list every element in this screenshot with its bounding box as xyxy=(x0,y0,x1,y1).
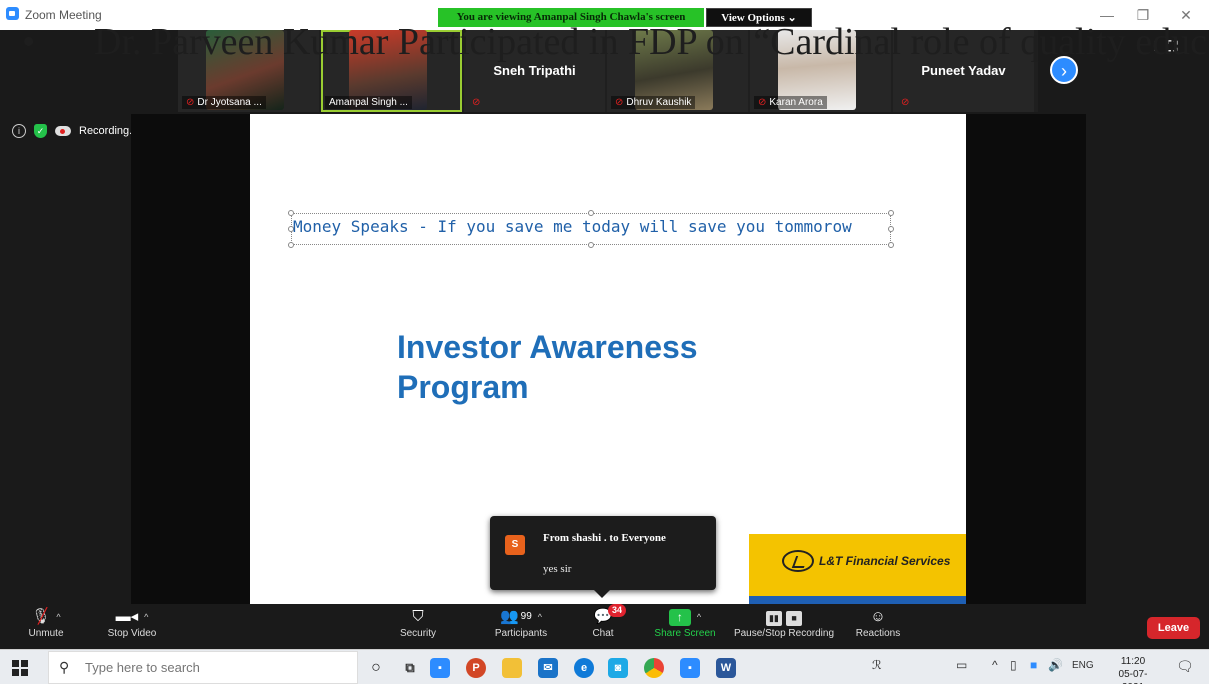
mail-icon[interactable]: ✉ xyxy=(538,658,558,678)
participant-name: Puneet Yadav xyxy=(921,63,1006,78)
people-icon[interactable]: ℛ xyxy=(872,658,882,672)
participant-name: Amanpal Singh ... xyxy=(325,96,412,109)
zoom-app-icon[interactable]: ▪ xyxy=(430,658,450,678)
mic-muted-icon: ⊘ xyxy=(186,97,195,108)
participant-tile[interactable]: ⊘ Dr Jyotsana ... xyxy=(178,30,319,112)
unmute-button[interactable]: 🎙 ╱ ^ Unmute xyxy=(14,606,78,639)
edge-browser-icon[interactable]: e xyxy=(574,658,594,678)
participants-icon: 👥 99 ^ xyxy=(499,608,543,625)
word-icon[interactable]: W xyxy=(716,658,736,678)
chat-unread-badge: 34 xyxy=(608,604,627,617)
language-indicator[interactable]: ENG xyxy=(1072,660,1094,671)
chrome-icon[interactable] xyxy=(644,658,664,678)
title-bar: Zoom Meeting You are viewing Amanpal Sin… xyxy=(0,0,1209,30)
chat-bubble-icon: 💬 34 xyxy=(584,604,627,628)
zoom-logo-icon xyxy=(6,7,19,20)
stop-video-button[interactable]: ▬◂ ^ Stop Video xyxy=(98,606,166,639)
participant-tile[interactable]: ⊘ Karan Arora xyxy=(750,30,891,112)
powerpoint-icon[interactable]: P xyxy=(466,658,486,678)
meeting-toolbar: 🎙 ╱ ^ Unmute ▬◂ ^ Stop Video ⛉ Security 👥 99… xyxy=(0,604,1209,649)
participant-tile[interactable]: Puneet Yadav ⊘ xyxy=(893,30,1034,112)
shield-icon: ⛉ xyxy=(412,608,424,625)
resize-handle xyxy=(888,242,894,248)
zoom-tray-icon[interactable]: ■ xyxy=(1030,658,1037,672)
chat-notification[interactable]: S From shashi . to Everyone yes sir xyxy=(490,516,716,598)
taskbar-search[interactable]: ⚲ xyxy=(48,651,358,684)
lt-logo-icon xyxy=(782,550,814,572)
whatsapp-icon[interactable]: ◙ xyxy=(608,658,628,678)
viewing-screen-banner: You are viewing Amanpal Singh Chawla's s… xyxy=(438,8,704,27)
participant-name: ⊘ Dhruv Kaushik xyxy=(611,96,696,109)
resize-handle xyxy=(288,210,294,216)
participant-name: ⊘ Dr Jyotsana ... xyxy=(182,96,266,109)
task-view-icon[interactable]: ⧉ xyxy=(400,658,420,678)
cortana-icon[interactable]: ○ xyxy=(366,658,386,678)
windows-start-icon[interactable] xyxy=(12,660,28,676)
resize-handle xyxy=(888,226,894,232)
participant-name: ⊘ Karan Arora xyxy=(754,96,827,109)
view-options-button[interactable]: View Options ⌄ xyxy=(706,8,812,27)
pause-stop-recording-button[interactable]: ▮▮ ■ Pause/Stop Recording xyxy=(730,606,838,639)
resize-handle xyxy=(288,242,294,248)
windows-taskbar: ⚲ ○ ⧉ ▪ P ✉ e ◙ ▪ W ℛ ▭ ^ ▯ ■ 🔊 ENG 11:2… xyxy=(0,649,1209,684)
chevron-up-icon[interactable]: ^ xyxy=(992,658,998,672)
keyboard-icon[interactable]: ▭ xyxy=(956,658,967,672)
security-button[interactable]: ⛉ Security xyxy=(392,606,444,639)
video-camera-icon: ▬◂ ^ xyxy=(115,608,149,625)
slide-title: Investor Awareness Program xyxy=(397,327,698,407)
mic-muted-icon: ⊘ xyxy=(472,97,481,108)
view-mode-icons[interactable]: ⁞ ⛶ xyxy=(1153,38,1180,55)
chat-sender: From shashi . to Everyone xyxy=(543,532,666,544)
search-input[interactable] xyxy=(85,660,345,675)
recording-label: Recording... xyxy=(79,125,139,137)
clock-date: 05-07-2021 xyxy=(1118,669,1148,684)
chat-message: yes sir xyxy=(543,563,572,575)
close-icon[interactable]: ✕ xyxy=(1176,7,1196,24)
resize-handle xyxy=(888,210,894,216)
lt-financial-logo: L&T Financial Services xyxy=(749,534,966,604)
resize-handle xyxy=(588,210,594,216)
clock-time: 11:20 xyxy=(1120,656,1146,667)
slide-tagline: Money Speaks - If you save me today will… xyxy=(293,217,852,236)
mic-muted-icon: ⊘ xyxy=(615,97,624,108)
slide-title-line: Program xyxy=(397,369,529,405)
logo-stripe xyxy=(749,596,966,604)
encryption-shield-icon[interactable]: ✓ xyxy=(34,124,47,138)
smiley-icon: ☺ xyxy=(870,608,886,625)
leave-button[interactable]: Leave xyxy=(1147,617,1200,639)
mic-muted-icon: 🎙 ╱ ^ xyxy=(31,608,61,625)
participant-tile[interactable]: Amanpal Singh ... xyxy=(321,30,462,112)
zoom-meeting-window: Zoom Meeting You are viewing Amanpal Sin… xyxy=(0,0,1209,684)
mic-muted-icon: ⊘ xyxy=(758,97,767,108)
participant-name: Sneh Tripathi xyxy=(493,63,576,78)
participant-tile[interactable]: ⊘ Dhruv Kaushik xyxy=(607,30,748,112)
resize-handle xyxy=(588,242,594,248)
participant-strip: ⊘ Dr Jyotsana ... Amanpal Singh ... Sneh … xyxy=(178,30,1038,112)
zoom-meetings-icon[interactable]: ▪ xyxy=(680,658,700,678)
mic-muted-icon: ⊘ xyxy=(901,97,910,108)
cloud-recording-icon xyxy=(55,126,71,136)
volume-icon[interactable]: 🔊 xyxy=(1048,658,1063,672)
participant-tile[interactable]: Sneh Tripathi ⊘ xyxy=(464,30,605,112)
lt-logo-text: L&T Financial Services xyxy=(819,554,951,568)
slide-title-line: Investor Awareness xyxy=(397,329,698,365)
pause-stop-icon: ▮▮ ■ xyxy=(730,606,838,628)
taskbar-clock[interactable]: 11:20 05-07-2021 xyxy=(1108,655,1158,684)
next-participants-arrow-icon[interactable]: › xyxy=(1050,56,1078,84)
file-explorer-icon[interactable] xyxy=(502,658,522,678)
notifications-icon[interactable]: 🗨 xyxy=(1176,658,1194,675)
restore-icon[interactable]: ❐ xyxy=(1133,7,1153,24)
share-screen-icon: ↑ ^ xyxy=(646,606,724,628)
chat-button[interactable]: 💬 34 Chat xyxy=(584,604,627,639)
chat-avatar: S xyxy=(505,535,525,555)
minimize-icon[interactable]: — xyxy=(1097,7,1117,23)
reactions-button[interactable]: ☺ Reactions xyxy=(850,606,906,639)
network-icon[interactable]: ▯ xyxy=(1010,658,1017,672)
share-screen-button[interactable]: ↑ ^ Share Screen xyxy=(646,606,724,639)
participants-button[interactable]: 👥 99 ^ Participants xyxy=(478,606,564,639)
search-icon: ⚲ xyxy=(59,659,70,675)
window-title: Zoom Meeting xyxy=(25,8,102,22)
info-icon[interactable]: i xyxy=(12,124,26,138)
